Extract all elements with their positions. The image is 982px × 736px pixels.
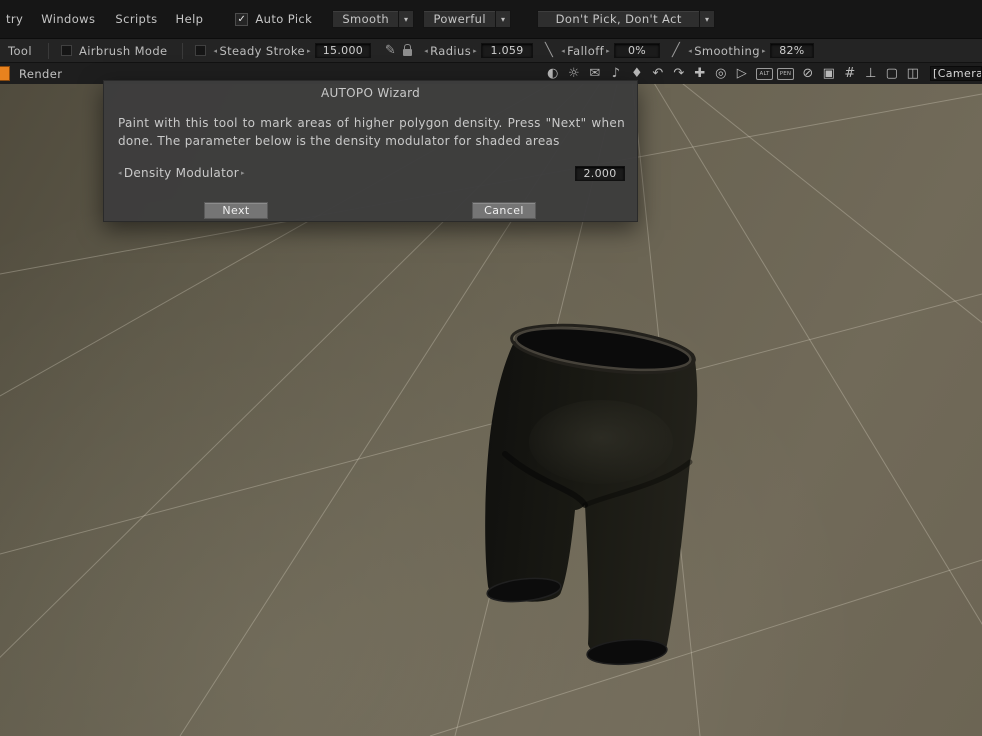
render-label[interactable]: Render — [19, 67, 62, 81]
play-icon[interactable]: ▷ — [735, 66, 749, 81]
steady-stroke-value[interactable]: 15.000 — [314, 43, 371, 58]
menu-bar: try Windows Scripts Help ✓ Auto Pick Smo… — [0, 0, 982, 38]
pose-icon[interactable]: ⊥ — [864, 66, 878, 81]
spinner-left-icon[interactable]: ◂ — [212, 47, 220, 55]
chevron-down-icon[interactable]: ▾ — [495, 11, 511, 27]
auto-pick-label: Auto Pick — [255, 12, 313, 26]
falloff-value[interactable]: 0% — [614, 43, 661, 58]
grid-icon[interactable]: # — [843, 66, 857, 81]
app-window: try Windows Scripts Help ✓ Auto Pick Smo… — [0, 0, 982, 736]
note-icon[interactable]: ♪ — [609, 66, 623, 81]
smoothing-curve-icon[interactable]: ╱ — [672, 43, 680, 58]
contrast-icon[interactable]: ◐ — [546, 66, 560, 81]
undo-icon[interactable]: ↶ — [651, 66, 665, 81]
chevron-down-icon[interactable]: ▾ — [398, 11, 414, 27]
render-tab-icon[interactable] — [0, 66, 10, 81]
tool-options-bar: Tool Airbrush Mode ◂ Steady Stroke ▸ 15.… — [0, 38, 982, 63]
next-button[interactable]: Next — [204, 202, 268, 219]
density-modulator-label: Density Modulator — [123, 166, 239, 180]
spinner-right-icon[interactable]: ▸ — [604, 47, 612, 55]
dialog-title: AUTOPO Wizard — [320, 86, 421, 100]
pick-mode-dropdown[interactable]: Don't Pick, Don't Act ▾ — [537, 10, 716, 28]
spinner-right-icon[interactable]: ▸ — [239, 169, 247, 177]
frame-icon[interactable]: ▢ — [885, 66, 899, 81]
auto-pick-checkbox[interactable]: ✓ — [235, 12, 249, 26]
airbrush-mode-checkbox[interactable] — [60, 45, 72, 56]
pants-mesh[interactable] — [485, 317, 698, 667]
lightbulb-icon[interactable]: ☼ — [567, 66, 581, 81]
menu-item-scripts[interactable]: Scripts — [111, 10, 161, 28]
smooth-dropdown-value: Smooth — [342, 12, 390, 26]
spinner-left-icon[interactable]: ◂ — [422, 47, 430, 55]
cancel-button[interactable]: Cancel — [472, 202, 536, 219]
menu-item-windows[interactable]: Windows — [37, 10, 99, 28]
density-modulator-value[interactable]: 2.000 — [575, 165, 625, 181]
divider — [47, 42, 49, 59]
autopo-wizard-dialog: AUTOPO Wizard Paint with this tool to ma… — [103, 80, 638, 222]
spinner-left-icon[interactable]: ◂ — [116, 169, 124, 177]
pen-nav-icon[interactable]: PEN — [777, 67, 794, 80]
falloff-curve-icon[interactable]: ╲ — [545, 43, 553, 58]
prohibit-icon[interactable]: ⊘ — [801, 66, 815, 81]
smoothing-value[interactable]: 82% — [769, 43, 814, 58]
droplet-icon[interactable]: ♦ — [630, 66, 644, 81]
divider — [181, 42, 183, 59]
menu-item-help[interactable]: Help — [172, 10, 208, 28]
density-modulator-row: ◂ Density Modulator ▸ 2.000 — [116, 165, 625, 181]
spinner-right-icon[interactable]: ▸ — [760, 47, 768, 55]
menu-item-geometry[interactable]: try — [2, 10, 27, 28]
camera-field[interactable]: [Camera — [930, 66, 982, 81]
spinner-left-icon[interactable]: ◂ — [686, 47, 694, 55]
spinner-right-icon[interactable]: ▸ — [305, 47, 313, 55]
box-icon[interactable]: ▣ — [822, 66, 836, 81]
move-icon[interactable]: ✚ — [693, 66, 707, 81]
redo-icon[interactable]: ↷ — [672, 66, 686, 81]
steady-stroke-label: Steady Stroke — [219, 43, 305, 58]
powerful-dropdown-value: Powerful — [433, 12, 486, 26]
pick-mode-dropdown-value: Don't Pick, Don't Act — [555, 12, 682, 26]
spinner-left-icon[interactable]: ◂ — [559, 47, 567, 55]
steady-stroke-checkbox[interactable] — [194, 45, 206, 56]
pencil-icon[interactable]: ✎ — [385, 43, 396, 58]
lock-icon[interactable] — [403, 44, 413, 56]
zoom-icon[interactable]: ◎ — [714, 66, 728, 81]
airbrush-mode-label: Airbrush Mode — [78, 43, 168, 58]
falloff-label: Falloff — [567, 43, 605, 58]
smooth-dropdown[interactable]: Smooth ▾ — [332, 10, 415, 28]
spinner-right-icon[interactable]: ▸ — [471, 47, 479, 55]
dialog-body-text: Paint with this tool to mark areas of hi… — [118, 116, 625, 148]
smoothing-label: Smoothing — [694, 43, 760, 58]
chevron-down-icon[interactable]: ▾ — [699, 11, 715, 27]
radius-value[interactable]: 1.059 — [481, 43, 534, 58]
alt-nav-icon[interactable]: ALT — [756, 67, 773, 80]
radius-label: Radius — [430, 43, 472, 58]
layers-icon[interactable]: ◫ — [906, 66, 920, 81]
envelope-icon[interactable]: ✉ — [588, 66, 602, 81]
tool-label: Tool — [8, 43, 32, 58]
powerful-dropdown[interactable]: Powerful ▾ — [423, 10, 512, 28]
